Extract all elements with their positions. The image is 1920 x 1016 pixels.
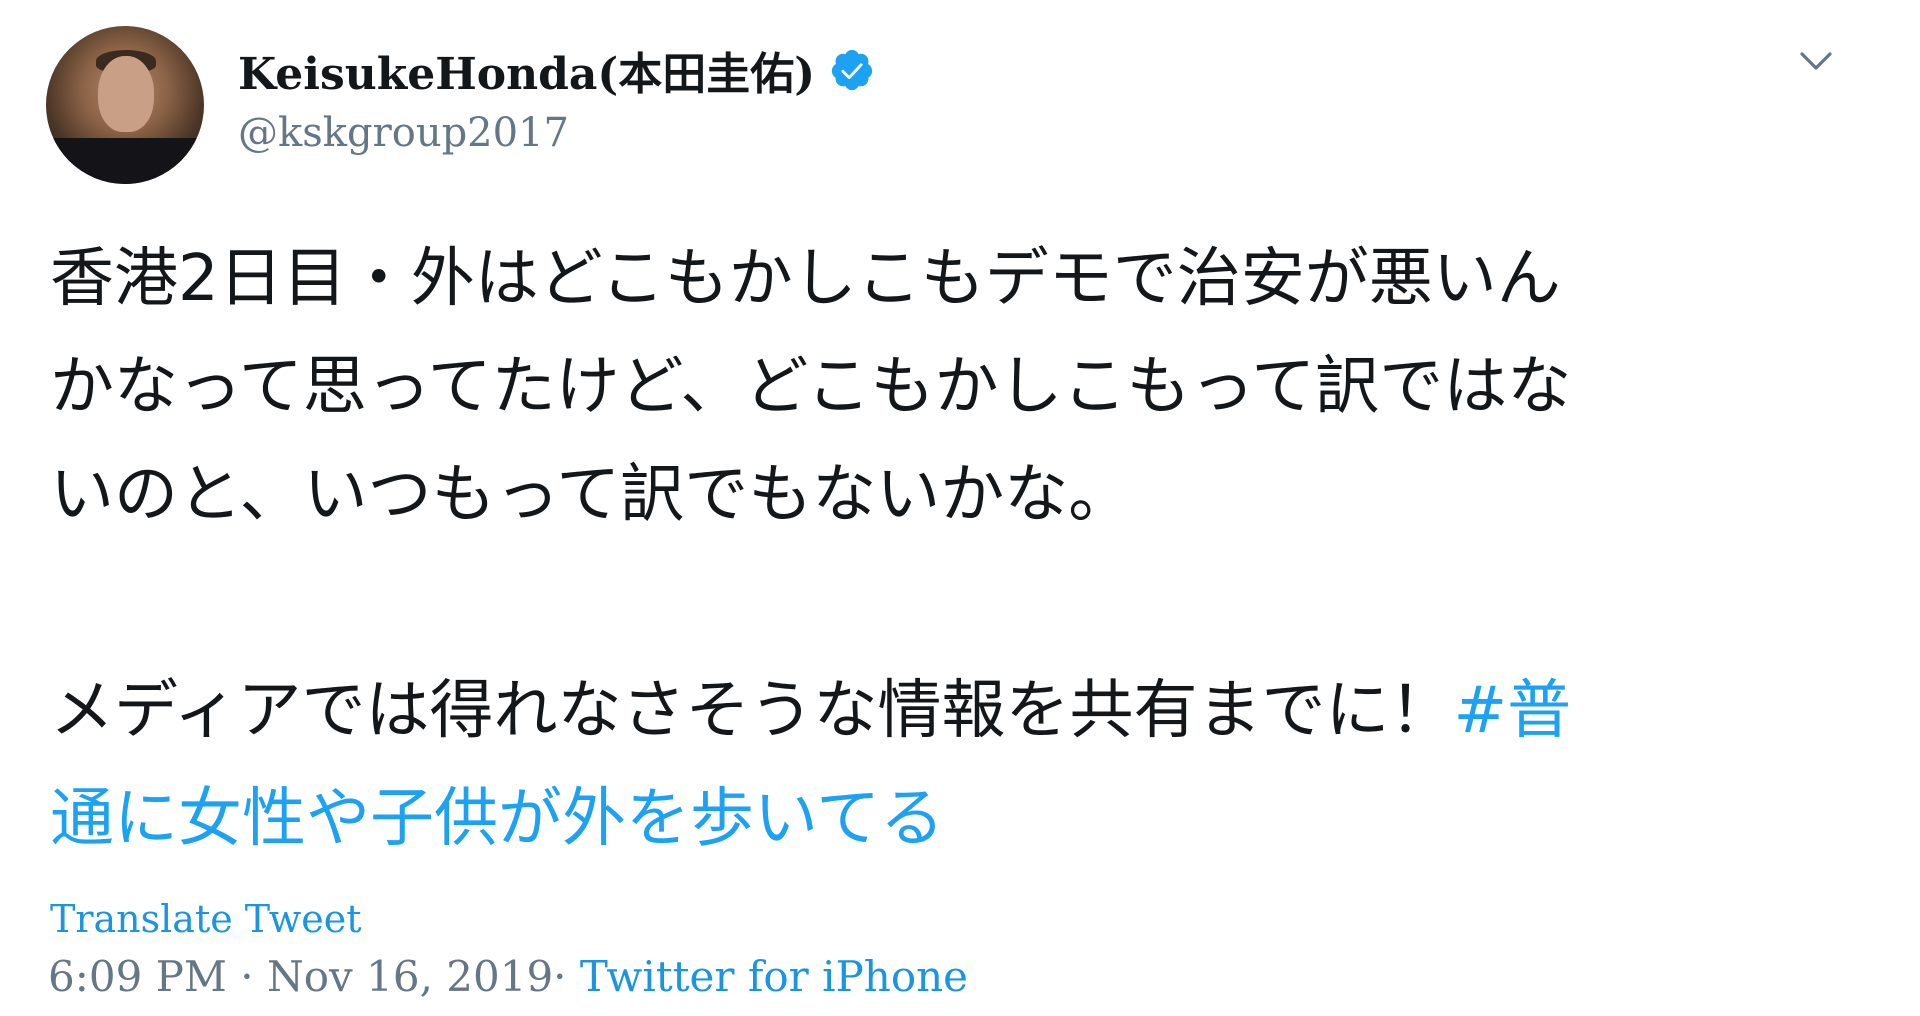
verified-badge-icon [831, 49, 873, 91]
tweet-text-line: 香港2日目・外はどこもかしこもデモで治安が悪いん [50, 242, 1561, 316]
tweet-body: 香港2日目・外はどこもかしこもデモで治安が悪いん かなって思ってたけど、どこもか… [50, 225, 1880, 873]
meta-separator: · [240, 952, 254, 1001]
chevron-down-icon[interactable] [1796, 46, 1836, 76]
tweet-text-segment: メディアでは得れなさそうな情報を共有までに！ [50, 674, 1454, 748]
tweet-date[interactable]: Nov 16, 2019 [267, 952, 553, 1001]
tweet-time[interactable]: 6:09 PM [48, 952, 227, 1001]
display-name[interactable]: KeisukeHonda(本田圭佑) [238, 38, 815, 102]
tweet-text-line: かなって思ってたけど、どこもかしこもって訳ではな [50, 350, 1572, 424]
translate-tweet-link[interactable]: Translate Tweet [50, 897, 362, 941]
avatar-shirt [46, 138, 204, 184]
hashtag-link[interactable]: 通に女性や子供が外を歩いてる [50, 765, 1880, 873]
user-handle[interactable]: @kskgroup2017 [238, 110, 569, 156]
tweet-text-line: いのと、いつもって訳でもないかな。 [50, 458, 1133, 532]
user-name-row: KeisukeHonda(本田圭佑) [238, 38, 875, 102]
tweet-source-link[interactable]: Twitter for iPhone [580, 952, 968, 1001]
avatar-face [98, 56, 154, 132]
hashtag-link[interactable]: #普 [1454, 674, 1572, 748]
tweet-meta: 6:09 PM · Nov 16, 2019· Twitter for iPho… [48, 952, 968, 1001]
tweet-card: KeisukeHonda(本田圭佑) @kskgroup2017 香港2日目・外… [0, 0, 1920, 1016]
tweet-text-line: メディアでは得れなさそうな情報を共有までに！#普 [50, 657, 1880, 765]
meta-separator: · [553, 952, 567, 1001]
avatar[interactable] [46, 26, 204, 184]
